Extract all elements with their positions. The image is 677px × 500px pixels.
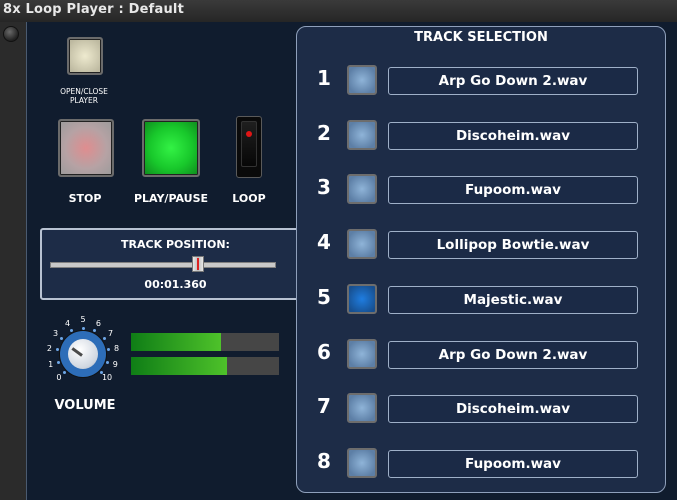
volume-tick-9: 9 [112,359,118,369]
track-select-button-2[interactable] [347,119,377,150]
stop-label: STOP [68,192,102,205]
track-select-button-3[interactable] [347,174,377,205]
track-name-field[interactable]: Discoheim.wav [388,121,638,150]
volume-knob-pointer [71,347,83,357]
loop-indicator-icon [246,131,252,137]
play-pause-label: PLAY/PAUSE [133,192,209,205]
track-number: 1 [317,66,331,90]
open-close-label: OPEN/CLOSE PLAYER [60,87,108,105]
volume-tick-dot [99,370,103,374]
track-name-field[interactable]: Fupoom.wav [388,176,638,205]
volume-tick-4: 4 [65,318,71,328]
volume-tick-0: 0 [56,373,62,383]
volume-knob[interactable] [60,331,106,377]
volume-tick-10: 10 [101,373,113,383]
track-number: 3 [317,175,331,200]
track-select-button-8[interactable] [347,447,377,478]
volume-label: VOLUME [54,398,116,413]
track-select-button-1[interactable] [347,65,377,95]
track-name-field[interactable]: Majestic.wav [388,285,638,314]
track-number: 6 [317,339,331,364]
track-name-field[interactable]: Fupoom.wav [388,449,638,478]
slider-track [50,262,276,268]
screw-icon [3,26,19,42]
track-position-panel: TRACK POSITION: 00:01.360 [40,228,311,300]
volume-tick-dot [102,337,106,341]
track-position-slider[interactable] [50,256,276,272]
loop-toggle-lever [241,121,257,167]
track-number: 2 [317,120,331,145]
slider-thumb[interactable] [192,256,205,272]
track-position-time: 00:01.360 [144,278,207,291]
window-title: 8x Loop Player : Default [3,2,185,17]
track-select-button-4[interactable] [347,229,377,260]
volume-tick-8: 8 [114,343,120,353]
volume-tick-dot [81,326,85,330]
slider-thumb-marker [197,258,200,270]
volume-tick-5: 5 [80,315,86,324]
loop-label: LOOP [232,192,266,205]
stop-button[interactable] [58,119,114,177]
volume-knob-cap [68,339,98,369]
volume-tick-1: 1 [48,359,54,369]
meter-right [131,357,279,375]
track-name-field[interactable]: Lollipop Bowtie.wav [388,231,638,260]
meter-right-fill [131,357,228,375]
volume-tick-6: 6 [95,318,101,328]
track-position-heading: TRACK POSITION: [121,238,230,251]
volume-tick-dot [56,360,60,364]
meter-left [131,333,279,351]
play-pause-button[interactable] [142,119,200,177]
track-number: 4 [317,230,331,255]
volume-tick-2: 2 [46,343,52,353]
track-name-field[interactable]: Arp Go Down 2.wav [388,67,638,95]
track-name-field[interactable]: Discoheim.wav [388,395,638,424]
volume-tick-dot [106,360,110,364]
track-select-button-6[interactable] [347,338,377,369]
track-number: 5 [317,284,331,309]
title-bar: 8x Loop Player : Default [0,0,677,23]
track-number: 8 [317,448,331,473]
meter-left-fill [131,333,222,351]
open-close-button[interactable] [67,37,103,75]
track-selection-heading: TRACK SELECTION [414,30,548,45]
loop-toggle[interactable] [236,116,262,178]
volume-tick-dot [63,370,67,374]
track-name-field[interactable]: Arp Go Down 2.wav [388,340,638,369]
track-number: 7 [317,394,331,419]
track-select-button-7[interactable] [347,393,377,424]
track-select-button-5[interactable] [347,283,377,314]
volume-tick-7: 7 [107,329,114,338]
